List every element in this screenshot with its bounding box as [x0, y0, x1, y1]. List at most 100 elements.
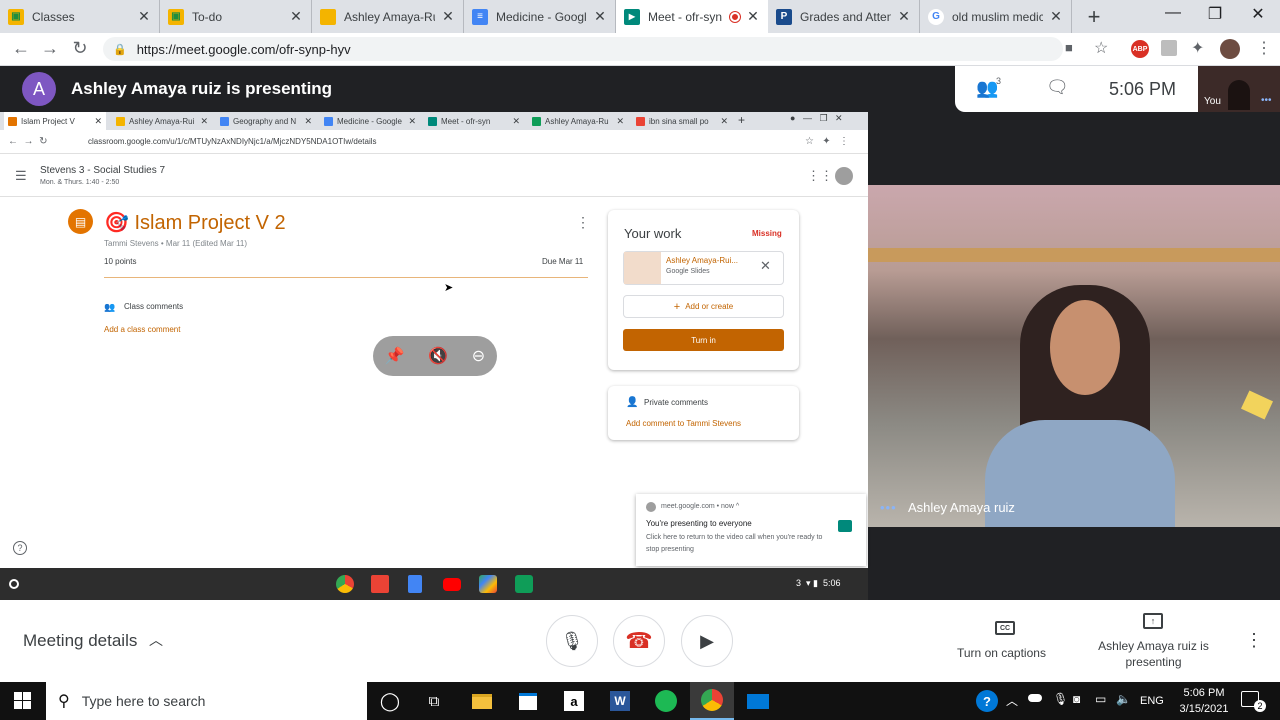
video-bed-frame: [868, 248, 1280, 262]
restore-icon[interactable]: ❐: [1200, 4, 1230, 24]
chevron-up-icon[interactable]: ︿: [1006, 692, 1018, 709]
attachment-name: Ashley Amaya-Rui...: [666, 256, 739, 265]
camera-button[interactable]: ▶: [681, 615, 733, 667]
notification-count: 2: [1254, 700, 1266, 712]
close-window-icon[interactable]: ✕: [1243, 4, 1273, 24]
shared-tab: ibn sina small po ✕: [632, 112, 732, 130]
extension-icon[interactable]: [1161, 40, 1177, 56]
attachment-type: Google Slides: [666, 268, 710, 275]
meeting-details-button[interactable]: Meeting details: [23, 631, 137, 651]
presenting-status-button[interactable]: Ashley Amaya ruiz is presenting: [1090, 638, 1217, 670]
close-icon[interactable]: ✕: [1049, 8, 1063, 25]
close-icon[interactable]: ✕: [746, 8, 760, 25]
camera-icon[interactable]: ◙: [1073, 692, 1080, 706]
browser-tab-classes[interactable]: ▣ Classes ✕: [0, 0, 160, 33]
chat-icon[interactable]: 🗨: [1046, 77, 1069, 98]
browser-tab-slides[interactable]: Ashley Amaya-Rui ✕: [312, 0, 464, 33]
menu-icon[interactable]: ⋮: [1256, 38, 1272, 58]
camera-icon[interactable]: ■: [1065, 40, 1073, 55]
browser-tab-docs[interactable]: ≡ Medicine - Google ✕: [464, 0, 616, 33]
help-icon[interactable]: ?: [976, 690, 998, 712]
taskbar-date: 3/15/2021: [1179, 703, 1229, 715]
spotify-icon[interactable]: [644, 682, 688, 720]
parentvue-icon: P: [776, 8, 792, 25]
battery-icon[interactable]: ▭: [1095, 692, 1106, 706]
chrome-icon: [646, 502, 656, 512]
new-tab-icon[interactable]: +: [1082, 4, 1106, 30]
taskbar-clock[interactable]: 5:06 PM 3/15/2021: [1172, 685, 1236, 717]
shared-tab: Islam Project V ✕: [4, 112, 106, 130]
profile-avatar[interactable]: [1220, 39, 1240, 59]
hamburger-icon: ☰: [15, 168, 27, 183]
play-store-icon: [479, 575, 497, 593]
shared-tab-title: ibn sina small po: [649, 116, 709, 126]
present-screen-icon[interactable]: ↑: [1143, 613, 1163, 629]
tab-title: To-do: [192, 9, 223, 24]
tab-title: Ashley Amaya-Rui: [344, 9, 435, 24]
close-icon[interactable]: ✕: [289, 8, 303, 25]
adblock-icon[interactable]: ABP: [1131, 40, 1149, 58]
back-icon[interactable]: ←: [10, 38, 32, 59]
file-explorer-icon[interactable]: [460, 682, 504, 720]
docs-icon: ≡: [472, 8, 488, 25]
hang-up-button[interactable]: ☎: [613, 615, 665, 667]
private-comments-heading: Private comments: [644, 398, 709, 407]
shared-tab: Ashley Amaya-Ru ✕: [528, 112, 628, 130]
assignment-points: 10 points: [104, 257, 137, 266]
cortana-icon[interactable]: ◯: [368, 682, 412, 720]
minimize-icon[interactable]: —: [1158, 4, 1188, 22]
browser-tab-todo[interactable]: ▣ To-do ✕: [160, 0, 312, 33]
task-view-icon[interactable]: ⧉: [412, 682, 456, 720]
close-icon[interactable]: ✕: [441, 8, 455, 25]
forward-icon[interactable]: →: [39, 38, 61, 59]
video-camera-icon: ▶: [700, 630, 714, 651]
captions-icon[interactable]: CC: [995, 621, 1015, 635]
puzzle-icon[interactable]: ✦: [1191, 38, 1204, 58]
windows-start-icon[interactable]: [14, 692, 31, 709]
store-icon[interactable]: [506, 682, 550, 720]
captions-button[interactable]: Turn on captions: [957, 646, 1046, 660]
browser-tab-meet[interactable]: ▶ Meet - ofr-syn ✕: [616, 0, 768, 33]
shared-tab: Ashley Amaya-Rui ✕: [112, 112, 212, 130]
browser-tab-search[interactable]: G old muslim medici ✕: [920, 0, 1072, 33]
close-icon[interactable]: ✕: [593, 8, 607, 25]
taskbar-search-box[interactable]: ⚲ Type here to search: [46, 682, 367, 720]
more-options-icon[interactable]: ⋮: [1245, 630, 1263, 651]
classroom-avatar: [835, 167, 853, 185]
address-bar[interactable]: 🔒 https://meet.google.com/ofr-synp-hyv: [103, 37, 1063, 61]
shared-tab-title: Islam Project V: [21, 116, 75, 126]
shared-tab-title: Ashley Amaya-Rui: [129, 116, 195, 126]
reload-icon[interactable]: ↻: [69, 38, 91, 59]
phone-hangup-icon: ☎: [625, 628, 653, 653]
more-dots-icon[interactable]: •••: [1261, 95, 1272, 106]
amazon-icon[interactable]: a: [552, 682, 596, 720]
plus-icon: +: [673, 300, 681, 313]
shared-new-tab-icon: +: [738, 113, 746, 127]
search-placeholder: Type here to search: [81, 693, 206, 709]
classroom-icon: [515, 575, 533, 593]
chevron-up-icon[interactable]: ︿: [149, 630, 163, 650]
star-icon[interactable]: ☆: [1094, 38, 1108, 58]
browser-tab-grades[interactable]: P Grades and Attenc ✕: [768, 0, 920, 33]
microphone-button[interactable]: 🎙: [546, 615, 598, 667]
sheets-icon: [532, 116, 541, 126]
close-icon[interactable]: ✕: [897, 8, 911, 25]
word-icon[interactable]: W: [598, 682, 642, 720]
gmail-icon: [371, 575, 389, 593]
close-icon[interactable]: ✕: [137, 8, 151, 25]
microphone-icon[interactable]: 🎙: [1053, 692, 1068, 706]
chrome-taskbar-icon[interactable]: [690, 682, 734, 720]
more-dots-icon[interactable]: •••: [880, 500, 897, 515]
classroom-icon: [8, 116, 17, 126]
presentation-control-bar[interactable]: 📌 🔇 ⊖: [373, 336, 497, 376]
language-indicator[interactable]: ENG: [1140, 695, 1164, 707]
volume-icon[interactable]: 🔈: [1116, 692, 1131, 706]
remove-icon[interactable]: ⊖: [472, 346, 485, 366]
onedrive-icon[interactable]: [1028, 694, 1042, 702]
close-icon: ✕: [760, 258, 771, 273]
mute-icon[interactable]: 🔇: [428, 346, 448, 366]
mail-icon[interactable]: [736, 682, 780, 720]
status-badge: Missing: [752, 229, 782, 238]
add-private-comment-link: Add comment to Tammi Stevens: [626, 419, 742, 428]
pin-icon[interactable]: 📌: [385, 346, 405, 366]
